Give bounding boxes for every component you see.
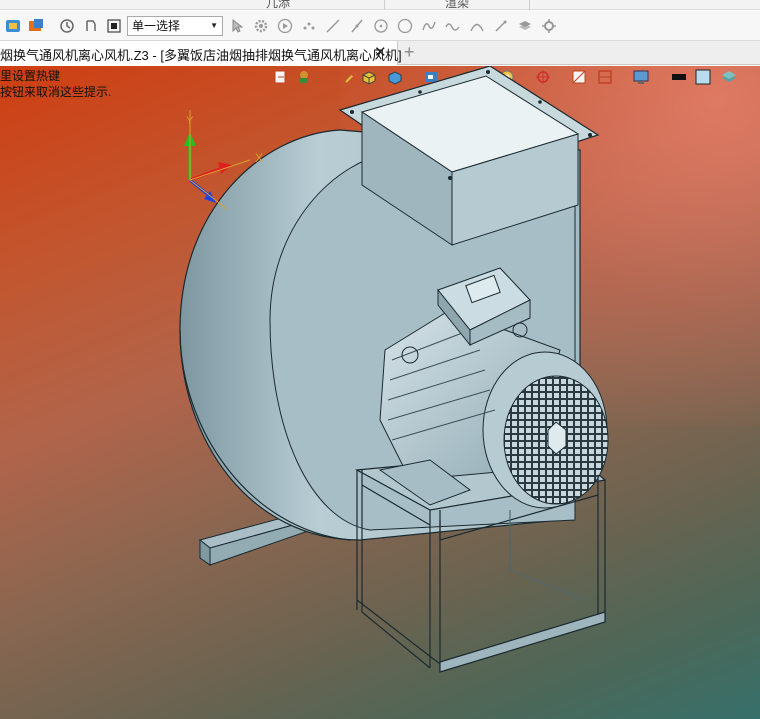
axis-x-label: X <box>255 151 263 165</box>
curve-icon[interactable] <box>420 17 438 35</box>
wave-icon[interactable] <box>444 17 462 35</box>
cursor-icon[interactable] <box>228 17 246 35</box>
selection-filter-dropdown[interactable]: 单一选择 ▼ <box>127 16 223 36</box>
ribbon-group-label: 几添 <box>266 0 291 10</box>
app-icon[interactable] <box>4 17 22 35</box>
undo-icon[interactable] <box>58 17 76 35</box>
arc-icon[interactable] <box>468 17 486 35</box>
ribbon-group-render[interactable]: 渲染 <box>385 0 530 10</box>
add-tab-button[interactable]: + <box>404 42 415 63</box>
3d-viewport[interactable]: 里设置热键 按钮来取消这些提示. X Y <box>0 66 760 719</box>
pen-icon[interactable] <box>492 17 510 35</box>
line-icon[interactable] <box>324 17 342 35</box>
document-tab-title: 烟换气通风机离心风机.Z3 - [多翼饭店油烟抽排烟换气通风机离心风机] <box>0 48 402 63</box>
play-icon[interactable] <box>276 17 294 35</box>
selection-filter-value: 单一选择 <box>132 19 181 33</box>
document-tab-bar: 烟换气通风机离心风机.Z3 - [多翼饭店油烟抽排烟换气通风机离心风机] ✕ + <box>0 41 760 65</box>
redo-icon[interactable] <box>82 17 100 35</box>
script-icon[interactable] <box>27 17 45 35</box>
close-icon[interactable]: ✕ <box>374 43 387 61</box>
axis-y-label: Y <box>186 115 194 127</box>
point-icon[interactable] <box>300 17 318 35</box>
slash-icon[interactable] <box>348 17 366 35</box>
chevron-down-icon: ▼ <box>210 21 218 30</box>
ribbon-group-geometry[interactable]: 几添 <box>170 0 385 10</box>
document-tab[interactable]: 烟换气通风机离心风机.Z3 - [多翼饭店油烟抽排烟换气通风机离心风机] ✕ <box>0 41 402 65</box>
fan-model[interactable]: X Y <box>0 66 760 719</box>
stop-icon[interactable] <box>105 17 123 35</box>
ellipse-icon[interactable] <box>396 17 414 35</box>
ribbon-group-label: 渲染 <box>445 0 470 10</box>
gear-icon[interactable] <box>252 17 270 35</box>
ribbon-group-strip: 几添 渲染 <box>0 0 760 10</box>
settings-icon[interactable] <box>540 17 558 35</box>
quick-toolbar: 单一选择 ▼ <box>0 11 760 41</box>
circle-icon[interactable] <box>372 17 390 35</box>
layers-icon[interactable] <box>516 17 534 35</box>
